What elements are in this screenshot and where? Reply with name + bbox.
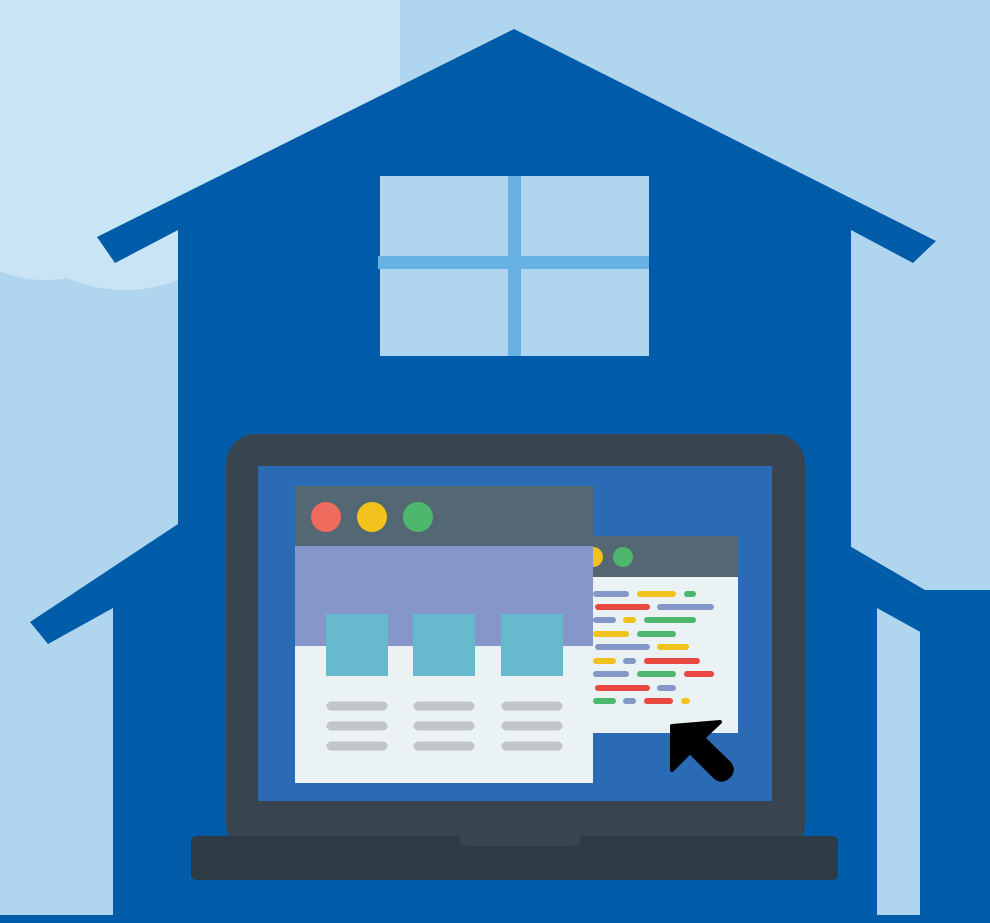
house-laptop-illustration [0,0,990,923]
code-editor-icon [575,536,738,733]
window-icon [378,176,649,356]
browser-window-icon [295,486,593,783]
